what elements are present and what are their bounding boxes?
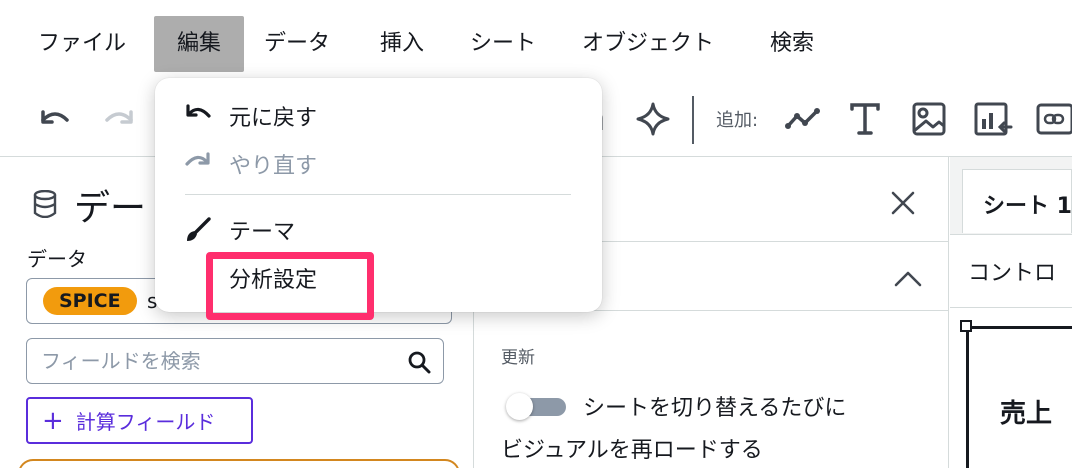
add-visual-button[interactable] <box>780 96 826 142</box>
undo-button[interactable] <box>32 96 78 142</box>
search-icon[interactable] <box>407 350 431 374</box>
database-icon <box>33 190 57 218</box>
menu-edit[interactable]: 編集 <box>154 16 244 72</box>
menu-data[interactable]: データ <box>254 16 340 72</box>
sparkle-icon <box>636 102 670 136</box>
menu-file[interactable]: ファイル <box>28 16 136 72</box>
field-search-box <box>26 338 444 384</box>
reload-visuals-toggle[interactable] <box>506 393 566 420</box>
add-embed-button[interactable] <box>1034 96 1072 142</box>
undo-icon <box>186 104 211 118</box>
insight-icon <box>974 102 1013 136</box>
sheet-tab[interactable]: シート 1 <box>962 169 1072 233</box>
menu-item-theme[interactable]: テーマ <box>155 206 602 250</box>
redo-label: やり直す <box>229 154 318 179</box>
add-label: 追加: <box>716 110 759 131</box>
add-image-button[interactable] <box>906 96 952 142</box>
plus-icon: + <box>42 405 64 436</box>
menu-divider <box>185 194 571 195</box>
menu-bar: ファイル 編集 データ 挿入 シート オブジェクト 検索 <box>0 0 1072 86</box>
menu-object[interactable]: オブジェクト <box>572 16 724 72</box>
redo-button[interactable] <box>96 96 142 142</box>
close-icon[interactable] <box>887 187 919 219</box>
toolbar-separator <box>692 96 694 144</box>
dataset-label: データ <box>27 247 87 271</box>
text-icon <box>850 103 880 135</box>
spice-badge: SPICE <box>43 287 137 315</box>
calc-field-label: 計算フィールド <box>75 410 216 434</box>
controls-bar[interactable]: コントロ <box>950 234 1072 308</box>
ai-sparkle-button[interactable] <box>630 96 676 142</box>
redo-icon <box>105 110 133 124</box>
menu-search[interactable]: 検索 <box>760 16 824 72</box>
add-text-button[interactable] <box>842 96 888 142</box>
refresh-label: 更新 <box>501 348 535 368</box>
image-icon <box>912 102 946 136</box>
undo-label: 元に戻す <box>229 106 318 131</box>
toggle-description-line1: シートを切り替えるたびに <box>583 396 847 421</box>
redo-icon <box>185 152 210 166</box>
brush-icon <box>187 217 211 241</box>
highlight-annotation <box>206 252 374 320</box>
undo-icon <box>41 110 69 124</box>
add-calculated-field-button[interactable]: + 計算フィールド <box>26 397 253 444</box>
menu-sheet[interactable]: シート <box>460 16 546 72</box>
field-search-input[interactable] <box>41 347 401 375</box>
sheet-canvas <box>950 308 1072 468</box>
menu-insert[interactable]: 挿入 <box>370 16 434 72</box>
resize-handle[interactable] <box>960 320 972 332</box>
chevron-up-icon[interactable] <box>893 268 923 288</box>
add-insight-button[interactable] <box>970 96 1016 142</box>
data-panel-title: デー <box>74 188 147 229</box>
sheet-area: シート 1 コントロ 売上 <box>950 157 1072 468</box>
theme-label: テーマ <box>229 220 296 245</box>
line-chart-icon <box>785 108 820 129</box>
visual-title: 売上 <box>1000 399 1053 429</box>
toggle-knob <box>506 393 533 420</box>
toggle-description-line2: ビジュアルを再ロードする <box>501 438 763 463</box>
field-list-item[interactable] <box>18 459 460 468</box>
menu-item-undo[interactable]: 元に戻す <box>155 92 602 136</box>
embed-link-icon <box>1036 103 1072 135</box>
menu-item-redo[interactable]: やり直す <box>155 140 602 184</box>
